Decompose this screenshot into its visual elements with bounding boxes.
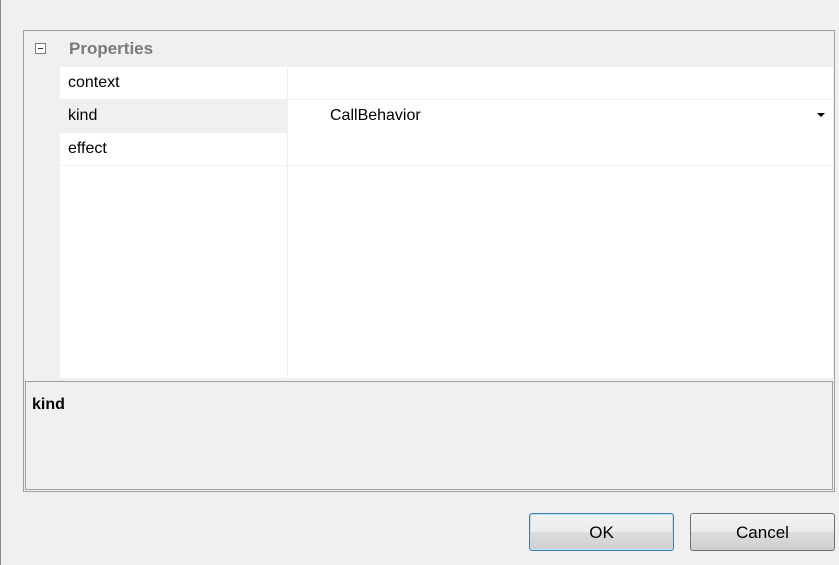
property-grid-body: Properties context kind CallBehavior eff… <box>25 32 833 378</box>
column-divider[interactable] <box>287 67 288 378</box>
category-label: Properties <box>69 39 154 58</box>
property-name: effect <box>68 140 107 157</box>
property-grid: Properties context kind CallBehavior eff… <box>23 30 835 492</box>
property-name: kind <box>68 107 98 124</box>
property-name: context <box>68 74 120 91</box>
ok-button[interactable]: OK <box>529 513 674 551</box>
property-value-select[interactable]: CallBehavior <box>330 107 421 125</box>
property-row-kind[interactable]: kind CallBehavior <box>60 100 833 133</box>
collapse-icon[interactable] <box>35 43 46 54</box>
property-row-effect[interactable]: effect <box>60 133 833 166</box>
dialog-window: Properties context kind CallBehavior eff… <box>0 0 839 565</box>
grid-left-gutter <box>25 32 60 378</box>
cancel-button[interactable]: Cancel <box>690 513 835 551</box>
category-row-properties[interactable]: Properties <box>25 32 833 67</box>
property-row-context[interactable]: context <box>60 67 833 100</box>
dropdown-arrow-icon[interactable] <box>817 113 825 117</box>
description-panel: kind <box>25 381 833 490</box>
description-title: kind <box>32 396 65 413</box>
